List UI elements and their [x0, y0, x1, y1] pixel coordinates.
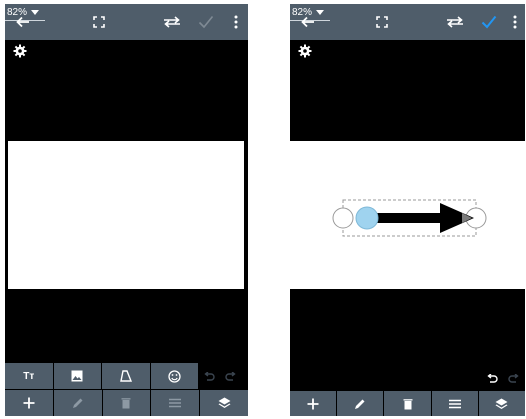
- add-button[interactable]: [290, 391, 337, 416]
- trash-icon: [121, 398, 131, 409]
- add-button[interactable]: [5, 390, 53, 416]
- align-button[interactable]: [151, 390, 200, 416]
- fullscreen-button[interactable]: [372, 4, 392, 40]
- insert-toolbar: Tт: [5, 363, 198, 389]
- fullscreen-icon: [376, 16, 388, 28]
- resize-handle-left[interactable]: [332, 207, 354, 229]
- checkmark-icon: [481, 15, 497, 29]
- swap-button[interactable]: [444, 4, 466, 40]
- align-button[interactable]: [431, 391, 478, 416]
- back-button[interactable]: [296, 4, 320, 40]
- edit-toolbar: [290, 391, 525, 416]
- undo-icon[interactable]: [203, 372, 215, 382]
- swap-icon: [447, 16, 463, 28]
- arrow-start-handle[interactable]: [355, 206, 379, 230]
- pencil-icon: [355, 399, 365, 409]
- back-button[interactable]: [11, 4, 35, 40]
- add-image-button[interactable]: [53, 363, 101, 389]
- undo-redo-group: [486, 371, 520, 387]
- trash-icon: [403, 398, 412, 409]
- fullscreen-button[interactable]: [89, 4, 109, 40]
- delete-button[interactable]: [102, 390, 151, 416]
- add-shape-button[interactable]: [102, 363, 150, 389]
- add-text-button[interactable]: Tт: [5, 363, 53, 389]
- settings-gear-icon[interactable]: [13, 44, 27, 58]
- back-arrow-icon: [301, 16, 314, 28]
- delete-button[interactable]: [384, 391, 431, 416]
- arrow-shape[interactable]: [290, 141, 525, 289]
- lines-icon: [169, 398, 182, 408]
- canvas[interactable]: [290, 141, 525, 289]
- app-bar: 82%: [5, 4, 248, 40]
- redo-icon[interactable]: [225, 372, 237, 382]
- app-bar: 82%: [290, 4, 525, 40]
- more-vertical-icon: [234, 15, 238, 29]
- editor-screen-arrow-selected: 82%: [290, 4, 525, 416]
- shape-icon: [119, 370, 132, 382]
- confirm-button[interactable]: [478, 4, 500, 40]
- confirm-button[interactable]: [195, 4, 217, 40]
- arrow-icon: [362, 203, 474, 233]
- lines-icon: [448, 399, 461, 408]
- image-icon: [71, 370, 83, 382]
- more-button[interactable]: [231, 4, 241, 40]
- undo-redo-group: [203, 369, 237, 385]
- redo-icon[interactable]: [508, 374, 520, 384]
- undo-icon[interactable]: [486, 374, 498, 384]
- add-sticker-button[interactable]: [150, 363, 198, 389]
- edit-button[interactable]: [53, 390, 102, 416]
- text-format-icon: Tт: [23, 370, 35, 382]
- more-button[interactable]: [510, 4, 520, 40]
- settings-gear-icon[interactable]: [298, 44, 312, 58]
- checkmark-icon: [198, 15, 214, 29]
- smiley-icon: [168, 369, 181, 383]
- swap-button[interactable]: [161, 4, 183, 40]
- layers-button[interactable]: [478, 391, 525, 416]
- plus-icon: [23, 397, 35, 409]
- layers-button[interactable]: [200, 390, 248, 416]
- fullscreen-icon: [93, 16, 105, 28]
- layers-icon: [218, 397, 231, 408]
- edit-toolbar: [5, 390, 248, 416]
- pencil-icon: [72, 398, 83, 408]
- swap-icon: [164, 16, 180, 28]
- layers-icon: [495, 398, 508, 409]
- canvas[interactable]: [8, 141, 244, 289]
- plus-icon: [307, 398, 319, 409]
- more-vertical-icon: [513, 15, 517, 29]
- back-arrow-icon: [16, 16, 29, 28]
- edit-button[interactable]: [337, 391, 384, 416]
- editor-screen-empty: 82% Tт: [5, 4, 248, 416]
